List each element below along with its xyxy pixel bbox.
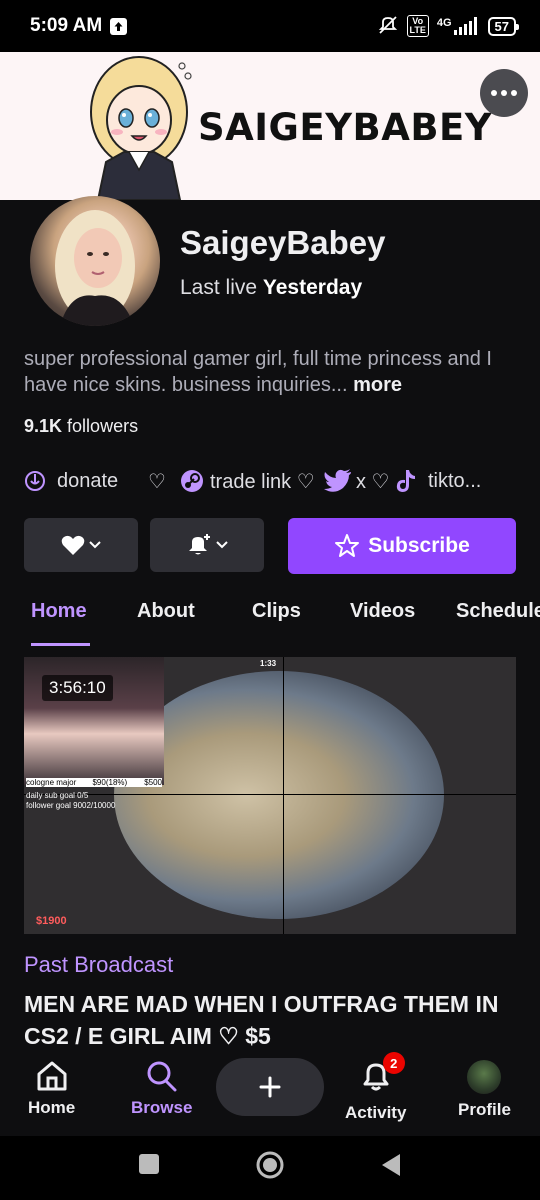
home-system-icon[interactable] <box>255 1150 285 1180</box>
recent-apps-icon[interactable] <box>138 1153 160 1175</box>
nav-browse[interactable]: Browse <box>131 1060 192 1118</box>
nav-activity[interactable]: 2 Activity <box>345 1052 407 1123</box>
link-donate[interactable]: donate <box>24 470 148 493</box>
follower-goal-text: follower goal 9002/10000 <box>26 801 116 810</box>
notifications-button[interactable] <box>150 518 264 572</box>
bottom-navigation: Home Browse 2 Activity Profile <box>0 1046 540 1136</box>
status-bar: 5:09 AM Vo LTE 4G 57 <box>0 0 540 52</box>
video-category: Past Broadcast <box>24 952 174 977</box>
tab-clips[interactable]: Clips <box>252 600 301 623</box>
twitter-icon <box>324 469 351 492</box>
nav-profile-label: Profile <box>458 1100 511 1119</box>
steam-icon <box>181 470 203 492</box>
mute-icon <box>377 15 399 38</box>
video-title[interactable]: MEN ARE MAD WHEN I OUTFRAG THEM IN CS2 /… <box>24 988 524 1046</box>
active-tab-indicator <box>31 643 90 646</box>
video-thumbnail[interactable]: 3:56:10 cologne major $90(18%) $500 dail… <box>24 657 516 934</box>
link-twitter-label: x ♡ <box>356 470 390 493</box>
link-trade-label: trade link ♡ <box>210 470 315 493</box>
status-icons: Vo LTE 4G 57 <box>377 15 520 38</box>
more-options-button[interactable] <box>480 69 528 117</box>
channel-tabs: Home About Clips Videos Schedule <box>0 596 540 646</box>
system-navigation-bar <box>0 1136 540 1200</box>
link-donate-label: donate <box>57 469 119 492</box>
signal-icon: 4G <box>437 17 480 35</box>
bell-plus-icon <box>189 534 210 555</box>
social-links-row: donate ♡ trade link ♡ x ♡ tikto... <box>24 466 524 496</box>
last-live-prefix: Last live <box>180 276 258 299</box>
profile-avatar <box>467 1060 502 1094</box>
subscribe-label: Subscribe <box>368 534 470 557</box>
back-icon[interactable] <box>380 1152 404 1178</box>
link-tiktok-label: tikto... <box>428 469 482 492</box>
activity-icon-wrapper: 2 <box>359 1052 405 1097</box>
tab-about[interactable]: About <box>137 600 195 623</box>
search-icon <box>147 1061 177 1092</box>
last-live-status: Last live Yesterday <box>180 276 362 300</box>
followers-number: 9.1K <box>24 416 63 436</box>
upload-icon <box>110 17 128 35</box>
scope-crosshair-vertical <box>283 657 284 934</box>
scope-crosshair-horizontal <box>24 794 516 795</box>
channel-avatar[interactable] <box>30 196 160 326</box>
bio-more-link[interactable]: more <box>353 374 402 396</box>
tab-videos[interactable]: Videos <box>350 600 415 623</box>
star-icon <box>335 534 360 557</box>
link-twitter[interactable]: x ♡ <box>324 469 396 494</box>
sub-goal-text: daily sub goal 0/5 <box>26 791 89 800</box>
video-duration: 3:56:10 <box>42 675 113 701</box>
banner-title: SAIGEYBABEY <box>198 106 493 149</box>
heart-outline-icon: ♡ <box>148 470 166 493</box>
home-icon <box>37 1061 67 1091</box>
last-live-value: Yesterday <box>262 276 363 299</box>
heart-icon <box>61 535 85 555</box>
notification-badge: 2 <box>382 1052 405 1074</box>
goal-bar: cologne major $90(18%) $500 <box>26 778 162 787</box>
chevron-down-icon <box>89 541 101 549</box>
nav-browse-label: Browse <box>131 1098 193 1117</box>
tab-schedule[interactable]: Schedule <box>456 600 540 623</box>
nav-home-label: Home <box>28 1098 76 1117</box>
banner-character-art <box>84 52 194 200</box>
round-timer: 1:33 <box>260 659 277 668</box>
battery-indicator: 57 <box>487 16 520 36</box>
subscribe-button[interactable]: Subscribe <box>288 518 516 574</box>
goal-name: cologne major <box>26 778 77 787</box>
donate-icon <box>25 471 45 491</box>
more-dot <box>501 90 507 96</box>
more-dot <box>511 90 517 96</box>
link-trade[interactable]: trade link ♡ <box>180 469 324 494</box>
bio-text: super professional gamer girl, full time… <box>24 348 492 396</box>
goal-progress: $90(18%) <box>92 778 128 787</box>
more-dot <box>491 90 497 96</box>
link-heart[interactable]: ♡ <box>148 469 180 494</box>
nav-profile[interactable]: Profile <box>458 1060 511 1120</box>
link-tiktok[interactable]: tikto... <box>396 469 481 493</box>
followers-label: followers <box>67 416 139 436</box>
follow-button[interactable] <box>24 518 138 572</box>
tab-home[interactable]: Home <box>31 600 87 623</box>
goal-target: $500 <box>144 778 162 787</box>
channel-name: SaigeyBabey <box>180 224 386 261</box>
followers-count: 9.1K followers <box>24 416 138 437</box>
plus-icon <box>259 1076 281 1098</box>
volte-badge: Vo LTE <box>406 15 429 37</box>
status-time: 5:09 AM <box>30 15 103 36</box>
channel-bio: super professional gamer girl, full time… <box>24 346 516 398</box>
nav-home[interactable]: Home <box>28 1060 75 1118</box>
nav-activity-label: Activity <box>345 1103 407 1122</box>
hud-money: $1900 <box>36 915 67 927</box>
create-button[interactable] <box>216 1058 324 1116</box>
channel-banner: SAIGEYBABEY <box>0 52 540 200</box>
tiktok-icon <box>396 470 415 492</box>
chevron-down-icon <box>216 541 228 549</box>
